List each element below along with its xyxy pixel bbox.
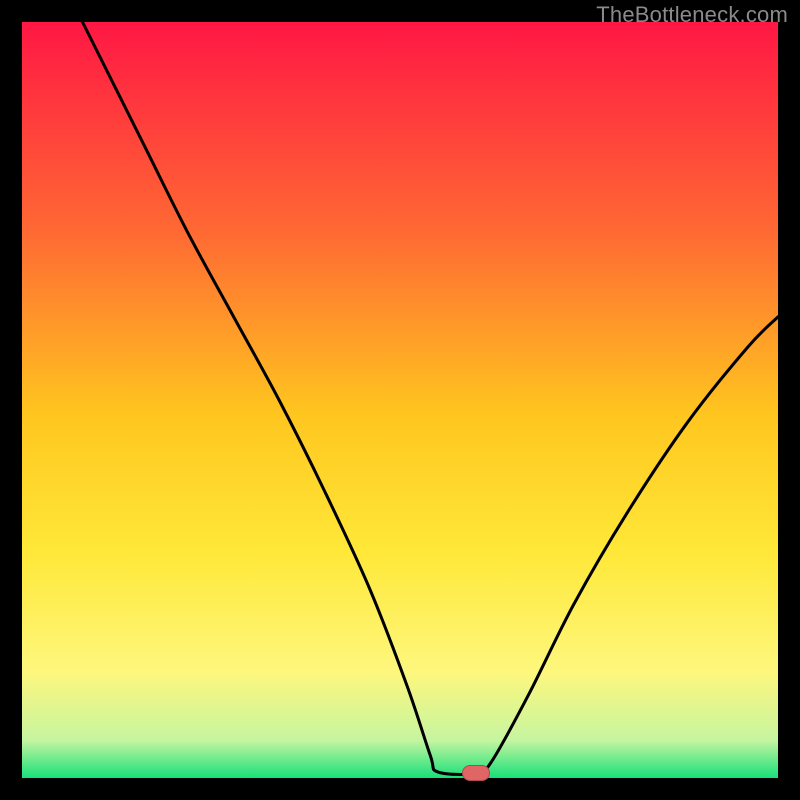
plot-area: [22, 22, 778, 778]
optimal-point-marker: [462, 765, 490, 781]
chart-frame: TheBottleneck.com: [0, 0, 800, 800]
plot-svg: [22, 22, 778, 778]
